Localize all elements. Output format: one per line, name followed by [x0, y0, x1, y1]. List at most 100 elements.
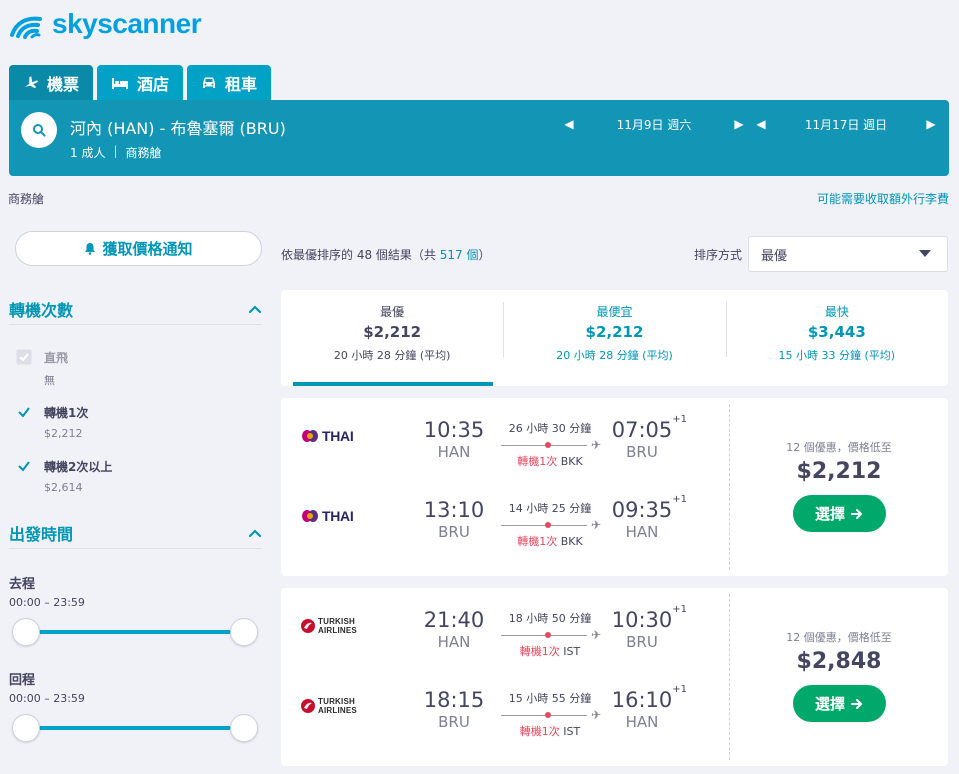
select-button[interactable]: 選擇 — [792, 685, 886, 722]
search-button[interactable] — [21, 112, 57, 148]
airline-name: TURKISH AIRLINES — [318, 617, 357, 635]
departure-time: 18:15 — [423, 688, 485, 712]
route-line: ✈ — [499, 517, 601, 533]
arrival-time: 09:35 — [611, 498, 673, 522]
tab-flights[interactable]: 機票 — [9, 65, 94, 100]
flight-duration: 14 小時 25 分鐘 — [508, 502, 592, 515]
flight-duration-stops: 15 小時 55 分鐘 ✈ 轉機1次 IST — [499, 690, 601, 739]
chevron-up-icon[interactable] — [248, 526, 262, 540]
airline-name-line2: AIRLINES — [318, 706, 357, 715]
stops-filter-title: 轉機次數 — [9, 300, 74, 320]
arrival-time: 07:05 — [611, 418, 673, 442]
slider-handle-start[interactable] — [12, 714, 40, 742]
sort-tab-best[interactable]: 最優 $2,212 20 小時 28 分鐘 (平均) — [281, 290, 503, 386]
check-icon — [18, 407, 30, 418]
return-date-control: ◀ 11月17日 週日 ▶ — [751, 112, 941, 136]
stops-count: 轉機1次 — [517, 455, 558, 468]
arrival: 07:05 BRU +1 — [609, 414, 687, 461]
stops-option-direct[interactable]: 直飛 無 — [16, 349, 68, 388]
passenger-cabin-summary[interactable]: 1 成人 | 商務艙 — [70, 144, 162, 161]
price-alert-label: 獲取價格通知 — [102, 240, 193, 258]
route-bar — [501, 525, 587, 526]
car-icon — [203, 77, 216, 88]
depart-date[interactable]: 11月9日 週六 — [579, 116, 729, 133]
stops-option-price: $2,212 — [44, 427, 83, 440]
thai-orchid-icon — [302, 510, 318, 522]
stop-dot — [545, 632, 551, 638]
tab-hotels[interactable]: 酒店 — [97, 65, 184, 100]
stops-option-one[interactable]: 轉機1次 $2,212 — [16, 404, 88, 440]
flight-duration-stops: 26 小時 30 分鐘 ✈ 轉機1次 BKK — [499, 420, 601, 469]
flight-leg-return: THAI 13:10 BRU 14 小時 25 分鐘 ✈ 轉機1次 BKK 09… — [281, 478, 729, 558]
select-button-label: 選擇 — [814, 505, 845, 523]
outbound-label: 去程 — [9, 577, 36, 592]
stops-count: 轉機1次 — [519, 645, 560, 658]
stops-option-label: 轉機2次以上 — [44, 460, 113, 474]
price-alert-button[interactable]: 獲取價格通知 — [15, 231, 262, 266]
sort-tab-cheapest[interactable]: 最便宜 $2,212 20 小時 28 分鐘 (平均) — [503, 290, 725, 386]
return-date-next-button[interactable]: ▶ — [921, 117, 941, 131]
outbound-time-slider[interactable] — [12, 618, 258, 646]
slider-handle-start[interactable] — [12, 618, 40, 646]
turkish-airlines-icon — [301, 699, 315, 713]
stops-option-label: 直飛 — [44, 351, 69, 365]
check-icon — [16, 349, 32, 365]
stops-info: 轉機1次 IST — [499, 643, 601, 659]
flight-leg-outbound: TURKISH AIRLINES 21:40 HAN 18 小時 50 分鐘 ✈… — [281, 588, 729, 668]
tab-hotels-label: 酒店 — [137, 74, 170, 94]
itinerary-card[interactable]: THAI 10:35 HAN 26 小時 30 分鐘 ✈ 轉機1次 BKK 07… — [281, 398, 948, 576]
flight-duration-stops: 18 小時 50 分鐘 ✈ 轉機1次 IST — [499, 610, 601, 659]
sort-select[interactable]: 最優 — [748, 236, 948, 272]
stops-count: 轉機1次 — [519, 725, 560, 738]
tab-cars[interactable]: 租車 — [187, 65, 272, 100]
airline-logo-thai: THAI — [301, 426, 354, 446]
sort-tab-price: $2,212 — [585, 323, 644, 341]
route-line: ✈ — [499, 437, 601, 453]
route-text[interactable]: 河內 (HAN) - 布魯塞爾 (BRU) — [70, 115, 286, 139]
inbound-time-slider[interactable] — [12, 714, 258, 742]
results-total-link[interactable]: 517 個 — [440, 248, 479, 262]
airline-name-line1: TURKISH — [318, 697, 355, 706]
outbound-range: 00:00 – 23:59 — [9, 596, 85, 609]
day-offset: +1 — [672, 494, 687, 505]
sort-tab-duration: 15 小時 33 分鐘 (平均) — [778, 349, 896, 362]
depart-date-next-button[interactable]: ▶ — [729, 117, 749, 131]
deals-count: 12 個優惠，價格低至 — [786, 441, 892, 454]
day-offset: +1 — [672, 414, 687, 425]
stops-filter-header[interactable]: 轉機次數 — [9, 293, 262, 325]
checkbox-direct[interactable] — [16, 349, 32, 365]
slider-track[interactable] — [24, 630, 246, 634]
chevron-down-icon — [919, 250, 931, 257]
departure-time: 21:40 — [423, 608, 485, 632]
skyscanner-logo[interactable]: skyscanner — [8, 8, 202, 40]
sort-tab-duration: 20 小時 28 分鐘 (平均) — [333, 349, 451, 362]
sort-tab-fastest[interactable]: 最快 $3,443 15 小時 33 分鐘 (平均) — [725, 290, 948, 386]
inbound-range: 00:00 – 23:59 — [9, 692, 85, 705]
slider-handle-end[interactable] — [230, 714, 258, 742]
slider-track[interactable] — [24, 726, 246, 730]
separator: | — [113, 144, 118, 158]
cabin-class: 商務艙 — [125, 146, 162, 160]
airline-logo-thai: THAI — [301, 506, 354, 526]
route-line: ✈ — [499, 627, 601, 643]
select-button[interactable]: 選擇 — [792, 495, 886, 532]
return-date[interactable]: 11月17日 週日 — [771, 116, 921, 133]
airline-logo-turkish: TURKISH AIRLINES — [301, 696, 357, 716]
checkbox-two-plus[interactable] — [16, 458, 32, 474]
depart-date-prev-button[interactable]: ◀ — [559, 117, 579, 131]
departure-time-filter-header[interactable]: 出發時間 — [9, 517, 262, 549]
slider-handle-end[interactable] — [230, 618, 258, 646]
stops-option-two-plus[interactable]: 轉機2次以上 $2,614 — [16, 458, 112, 494]
airline-name-line2: AIRLINES — [318, 626, 357, 635]
sort-tab-title: 最便宜 — [596, 305, 633, 319]
deals-count: 12 個優惠，價格低至 — [786, 631, 892, 644]
stop-airport: BKK — [560, 535, 583, 548]
sort-selected-value: 最優 — [761, 248, 788, 264]
search-summary-bar[interactable]: 河內 (HAN) - 布魯塞爾 (BRU) 1 成人 | 商務艙 ◀ 11月9日… — [9, 100, 949, 176]
itinerary-card[interactable]: TURKISH AIRLINES 21:40 HAN 18 小時 50 分鐘 ✈… — [281, 588, 948, 766]
departure-airport: BRU — [438, 713, 470, 731]
chevron-up-icon[interactable] — [248, 302, 262, 316]
checkbox-one-stop[interactable] — [16, 404, 32, 420]
return-date-prev-button[interactable]: ◀ — [751, 117, 771, 131]
baggage-fee-link[interactable]: 可能需要收取額外行李費 — [817, 190, 949, 207]
